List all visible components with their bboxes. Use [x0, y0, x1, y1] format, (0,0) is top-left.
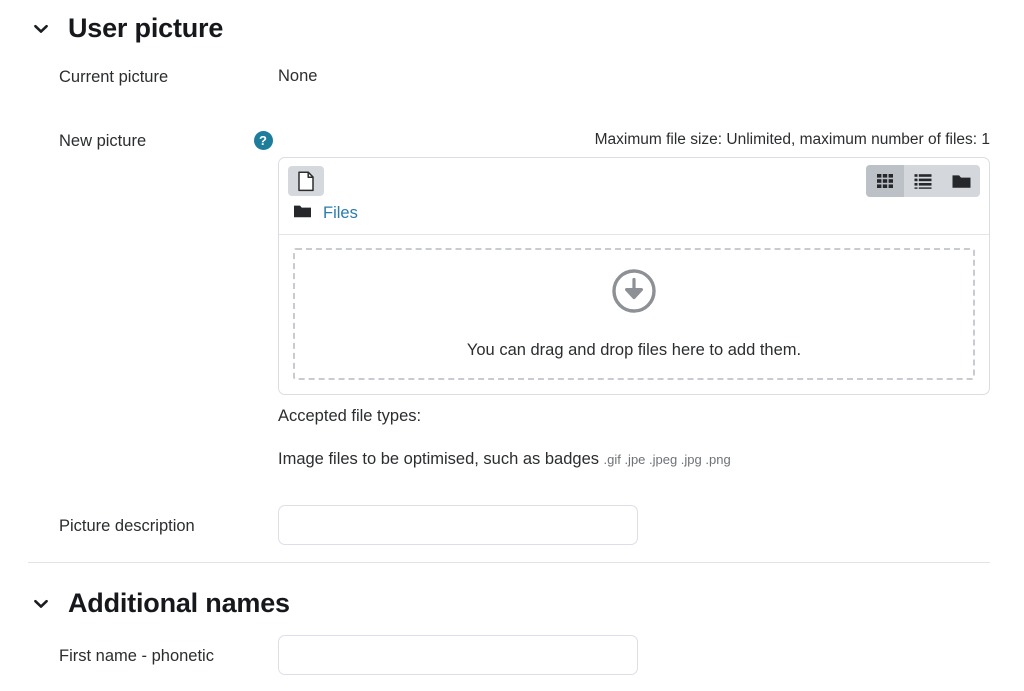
- folder-icon: [293, 203, 312, 224]
- first-name-phonetic-input[interactable]: [278, 635, 638, 675]
- accepted-file-extensions: .gif .jpe .jpeg .jpg .png: [603, 452, 731, 467]
- current-picture-value: None: [278, 67, 318, 85]
- accepted-file-types-row: Image files to be optimised, such as bad…: [278, 450, 990, 469]
- dropzone-text: You can drag and drop files here to add …: [466, 341, 802, 359]
- breadcrumb-item-files[interactable]: Files: [323, 204, 358, 223]
- accepted-file-types-desc: Image files to be optimised, such as bad…: [278, 450, 600, 468]
- accepted-file-types-label: Accepted file types:: [278, 407, 422, 425]
- section-header-additional-names[interactable]: Additional names: [0, 588, 1024, 619]
- list-view-icon[interactable]: [904, 165, 942, 197]
- picture-description-input[interactable]: [278, 505, 638, 545]
- row-first-name-phonetic: First name - phonetic: [0, 635, 1024, 675]
- current-picture-label: Current picture: [59, 68, 169, 86]
- add-file-icon[interactable]: [288, 166, 324, 196]
- section-header-user-picture[interactable]: User picture: [0, 13, 1024, 44]
- new-picture-label: New picture: [59, 132, 147, 150]
- max-file-size-note: Maximum file size: Unlimited, maximum nu…: [594, 131, 990, 148]
- page-title: User picture: [68, 13, 224, 43]
- new-picture-help-cell: ?: [248, 131, 278, 150]
- section-divider: [28, 562, 990, 563]
- row-picture-description: Picture description: [0, 505, 1024, 545]
- help-circle-icon[interactable]: ?: [253, 131, 273, 150]
- folder-tree-icon[interactable]: [942, 165, 980, 197]
- file-picker-breadcrumb: Files: [279, 201, 989, 235]
- download-arrow-icon: [611, 268, 657, 319]
- chevron-down-icon[interactable]: [30, 18, 52, 40]
- chevron-down-icon[interactable]: [30, 593, 52, 615]
- row-new-picture: New picture ? Maximum file size: Unlimit…: [0, 131, 1024, 469]
- row-current-picture: Current picture None: [0, 67, 1024, 88]
- section-title-additional-names: Additional names: [68, 588, 290, 618]
- picture-description-label: Picture description: [59, 517, 195, 535]
- file-picker-view-toggle: [866, 165, 980, 197]
- file-picker: Files You can drag and drop files here t…: [278, 157, 990, 395]
- first-name-phonetic-label: First name - phonetic: [59, 647, 214, 665]
- user-profile-edit-form: User picture Current picture None New pi…: [0, 0, 1024, 691]
- file-dropzone[interactable]: You can drag and drop files here to add …: [293, 248, 975, 380]
- file-picker-toolbar: [279, 158, 989, 201]
- grid-view-icon[interactable]: [866, 165, 904, 197]
